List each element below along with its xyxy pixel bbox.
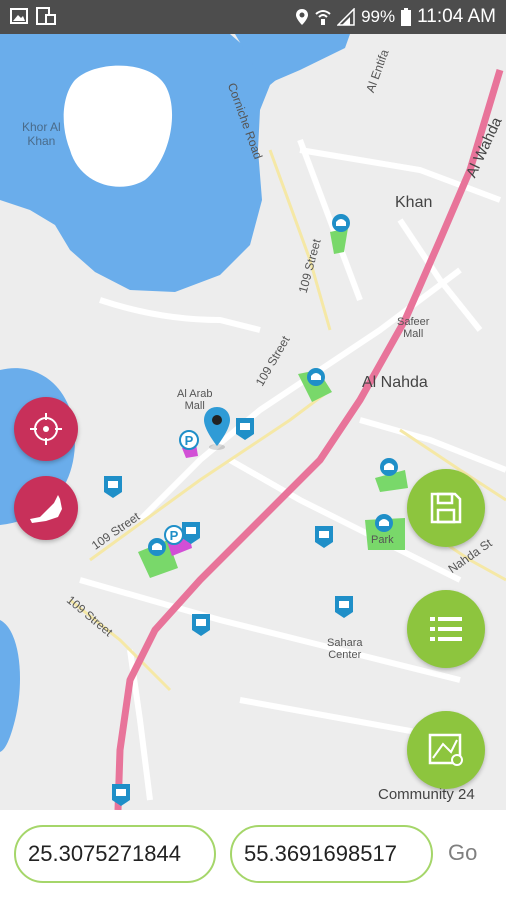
parking-icon[interactable]: P	[178, 429, 200, 455]
mosque-poi-icon[interactable]	[373, 512, 395, 538]
locate-me-button[interactable]	[14, 397, 78, 461]
label-community: Community 24	[378, 786, 475, 803]
location-icon	[296, 9, 309, 25]
status-bar: 99% 11:04 AM	[0, 0, 506, 34]
crosshair-icon	[30, 413, 62, 445]
shop-poi-icon[interactable]	[234, 416, 256, 442]
status-right: 99% 11:04 AM	[295, 6, 496, 28]
screenshot-icon	[36, 7, 56, 25]
signal-icon	[337, 8, 355, 26]
wifi-icon	[315, 10, 331, 25]
shop-poi-icon[interactable]	[102, 474, 124, 500]
go-button[interactable]: Go	[448, 840, 477, 866]
svg-text:P: P	[170, 528, 179, 543]
longitude-input[interactable]	[230, 825, 433, 883]
mosque-poi-icon[interactable]	[330, 212, 352, 238]
parking-icon[interactable]: P	[163, 524, 185, 550]
label-safeer-mall: Safeer Mall	[397, 316, 430, 340]
gallery-icon	[10, 8, 28, 24]
battery-percent: 99%	[361, 7, 396, 26]
label-sahara-center: Sahara Center	[327, 637, 363, 661]
mosque-poi-icon[interactable]	[378, 456, 400, 482]
saved-list-button[interactable]	[407, 590, 485, 668]
map-view[interactable]: Khor Al Khan Corniche Road Al Entifa Al …	[0, 34, 506, 810]
save-location-button[interactable]	[407, 469, 485, 547]
battery-icon	[401, 8, 412, 26]
uae-map-button[interactable]	[14, 476, 78, 540]
location-pin-icon[interactable]	[202, 406, 232, 450]
latitude-input[interactable]	[14, 825, 216, 883]
svg-text:P: P	[185, 433, 194, 448]
uae-map-icon	[30, 495, 62, 523]
map-type-button[interactable]	[407, 711, 485, 789]
shop-poi-icon[interactable]	[333, 594, 355, 620]
coordinate-bar: Go	[0, 810, 506, 900]
clock: 11:04 AM	[417, 6, 496, 27]
label-al-nahda: Al Nahda	[362, 374, 428, 391]
map-pin-icon	[428, 733, 463, 766]
shop-poi-icon[interactable]	[110, 782, 132, 808]
floppy-disk-icon	[430, 492, 462, 524]
list-icon	[430, 617, 462, 641]
shop-poi-icon[interactable]	[313, 524, 335, 550]
shop-poi-icon[interactable]	[190, 612, 212, 638]
label-khan: Khan	[395, 194, 433, 211]
label-khor-al-khan: Khor Al Khan	[22, 120, 61, 148]
mosque-poi-icon[interactable]	[305, 366, 327, 392]
notification-icons	[10, 7, 56, 25]
